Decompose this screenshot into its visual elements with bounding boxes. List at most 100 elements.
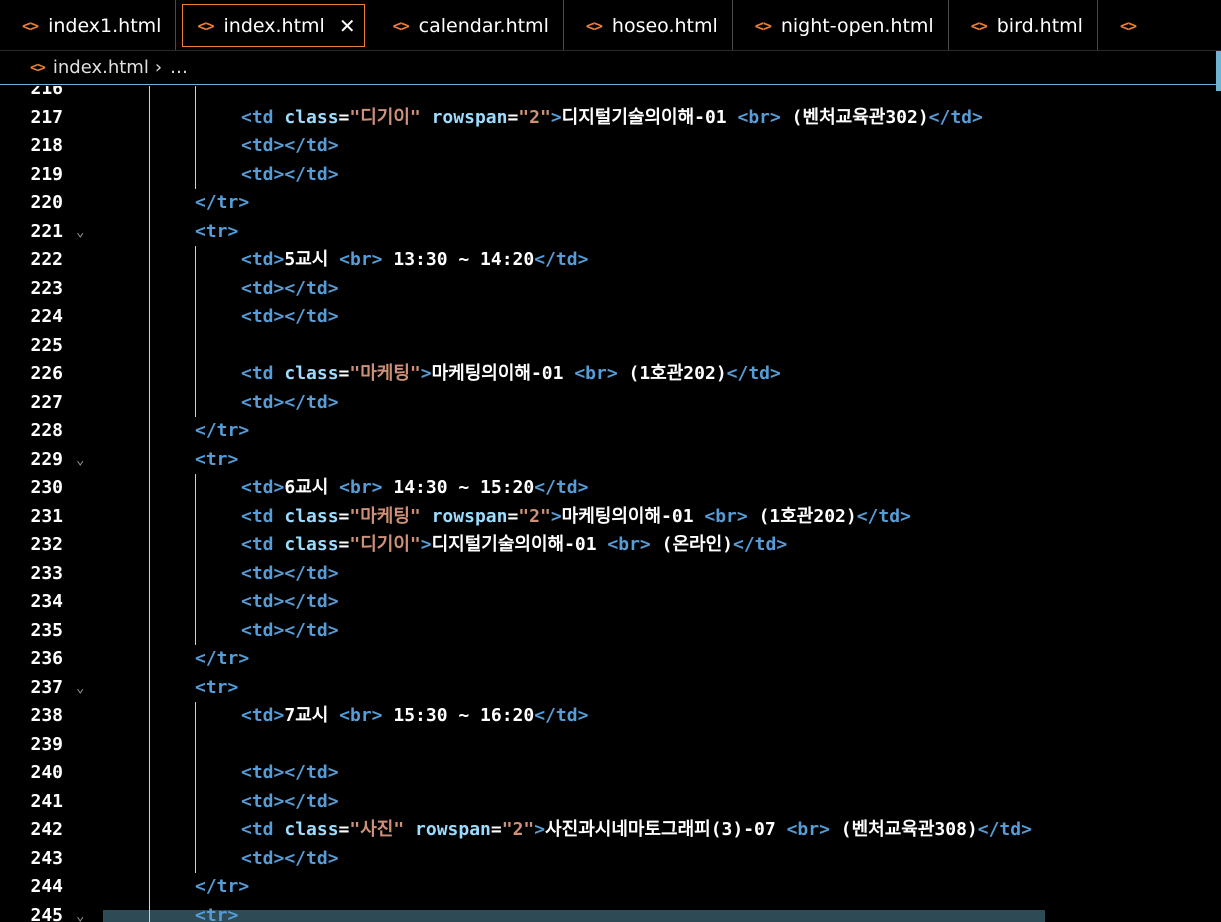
tab-bird[interactable]: <> bird.html [949,0,1098,50]
code-line[interactable]: 242 <td class="사진" rowspan="2">사진과시네마토그래피… [0,816,1221,845]
code-line[interactable]: 220 </tr> [0,189,1221,218]
code-token: = [507,106,519,128]
chevron-down-icon[interactable]: ⌄ [76,218,96,247]
code-line[interactable]: 229 ⌄ <tr> [0,446,1221,475]
code-line[interactable]: 223 <td></td> [0,275,1221,304]
code-text: </tr> [195,189,249,218]
code-text: <td class="디기이">디지털기술의이해-01 <br> (온라인)</… [241,531,787,560]
code-token: <br> [339,705,383,726]
code-line[interactable]: 232 <td class="디기이">디지털기술의이해-01 <br> (온라인… [0,531,1221,560]
code-token: 13:30 ~ 14:20 [382,249,535,270]
code-line[interactable]: 218 <td></td> [0,132,1221,161]
code-line[interactable]: 237 ⌄ <tr> [0,674,1221,703]
line-number: 244 [30,876,63,897]
code-line[interactable]: 222 <td>5교시 <br> 13:30 ~ 14:20</td> [0,246,1221,275]
code-token: </td> [534,705,589,726]
line-number: 236 [30,648,63,669]
code-token: <td [241,505,285,527]
code-line[interactable]: 236 </tr> [0,645,1221,674]
scrollbar-indicator[interactable] [1216,51,1221,91]
tab-bar: <> index1.html <> index.html ✕ <> calend… [0,0,1221,51]
code-token: </tr> [195,648,250,669]
code-line[interactable]: 231 <td class="마케팅" rowspan="2">마케팅의이해-01… [0,503,1221,532]
chevron-down-icon[interactable]: ⌄ [76,446,96,475]
code-token: 디지털기술의이해-01 [561,106,738,128]
code-token: <td [241,363,285,384]
code-text: <td></td> [241,132,339,161]
code-line[interactable]: 226 <td class="마케팅">마케팅의이해-01 <br> (1호관20… [0,360,1221,389]
code-token: <br> [737,106,781,128]
tab-index[interactable]: <> index.html ✕ [182,4,365,47]
code-line[interactable]: 227 <td></td> [0,389,1221,418]
code-token: </td> [977,819,1032,840]
code-line[interactable]: 228 </tr> [0,417,1221,446]
code-line[interactable]: 230 <td>6교시 <br> 14:30 ~ 15:20</td> [0,474,1221,503]
code-line[interactable]: 217 <td class="디기이" rowspan="2">디지털기술의이해-… [0,104,1221,133]
code-token: <td> [241,249,285,270]
code-line[interactable]: 224 <td></td> [0,303,1221,332]
code-token: class [284,505,339,527]
code-line[interactable]: 221 ⌄ <tr> [0,218,1221,247]
code-line[interactable]: 239 [0,731,1221,760]
code-token: </tr> [195,192,250,213]
code-line[interactable]: 243 <td></td> [0,845,1221,874]
code-line[interactable]: 216 [0,86,1221,104]
code-token: <br> [704,505,748,527]
tab-index1[interactable]: <> index1.html [0,0,177,50]
code-file-icon: <> [585,16,603,35]
code-token: 7교시 [284,705,340,726]
code-file-icon: <> [22,16,39,35]
code-line[interactable]: 233 <td></td> [0,560,1221,589]
chevron-down-icon[interactable]: ⌄ [76,902,96,922]
code-token: <td [241,534,285,555]
code-token: <td></td> [241,277,339,299]
code-line[interactable]: 225 [0,332,1221,361]
code-line[interactable]: 219 <td></td> [0,161,1221,190]
code-token: rowspan [415,819,491,840]
code-text: <td class="마케팅">마케팅의이해-01 <br> (1호관202)<… [241,360,781,389]
code-token: = [338,106,350,128]
line-number: 220 [30,192,63,213]
line-number: 231 [30,505,63,527]
code-token: (벤처교육관308) [829,819,978,840]
editor-area[interactable]: 216 217 <td class="디기이" rowspan="2">디지털기술의… [0,86,1221,922]
code-file-icon: <> [197,16,214,35]
code-line[interactable]: 238 <td>7교시 <br> 15:30 ~ 16:20</td> [0,702,1221,731]
code-token: <td></td> [241,619,339,641]
code-token: "사진" [349,819,416,840]
line-number: 242 [30,819,63,840]
tab-calendar[interactable]: <> calendar.html [371,0,564,50]
indent-guide [195,246,196,417]
close-icon[interactable]: ✕ [339,14,356,38]
tab-hoseo[interactable]: <> hoseo.html [564,0,733,50]
code-token: 6교시 [284,477,340,498]
code-token: 디지털기술의이해-01 [431,534,608,555]
code-text: <td class="디기이" rowspan="2">디지털기술의이해-01 … [241,104,983,133]
code-text: <td>6교시 <br> 14:30 ~ 15:20</td> [241,474,588,503]
line-number: 235 [30,619,63,641]
code-text: <td></td> [241,275,339,304]
code-token: 5교시 [284,249,340,270]
code-line[interactable]: 240 <td></td> [0,759,1221,788]
code-token: <td></td> [241,306,339,327]
code-line[interactable]: 244 </tr> [0,873,1221,902]
line-number: 241 [30,790,63,812]
line-number: 234 [30,591,63,612]
code-token: 마케팅의이해-01 [561,505,705,527]
breadcrumb-file[interactable]: index.html [53,57,149,78]
tab-overflow[interactable]: <> [1098,0,1160,50]
tab-night-open[interactable]: <> night-open.html [733,0,949,50]
code-line[interactable]: 245 ⌄ <tr> [0,902,1221,922]
code-token: = [507,505,519,527]
code-token: class [284,106,339,128]
code-token: (벤처교육관302) [780,106,929,128]
code-editor-window: <> index1.html <> index.html ✕ <> calend… [0,0,1221,922]
code-line[interactable]: 235 <td></td> [0,617,1221,646]
code-token: = [338,505,350,527]
code-token: <td></td> [241,562,339,584]
code-line[interactable]: 234 <td></td> [0,588,1221,617]
code-line[interactable]: 241 <td></td> [0,788,1221,817]
code-token: 15:30 ~ 16:20 [382,705,535,726]
chevron-down-icon[interactable]: ⌄ [76,674,96,703]
breadcrumb-rest[interactable]: … [170,57,188,78]
